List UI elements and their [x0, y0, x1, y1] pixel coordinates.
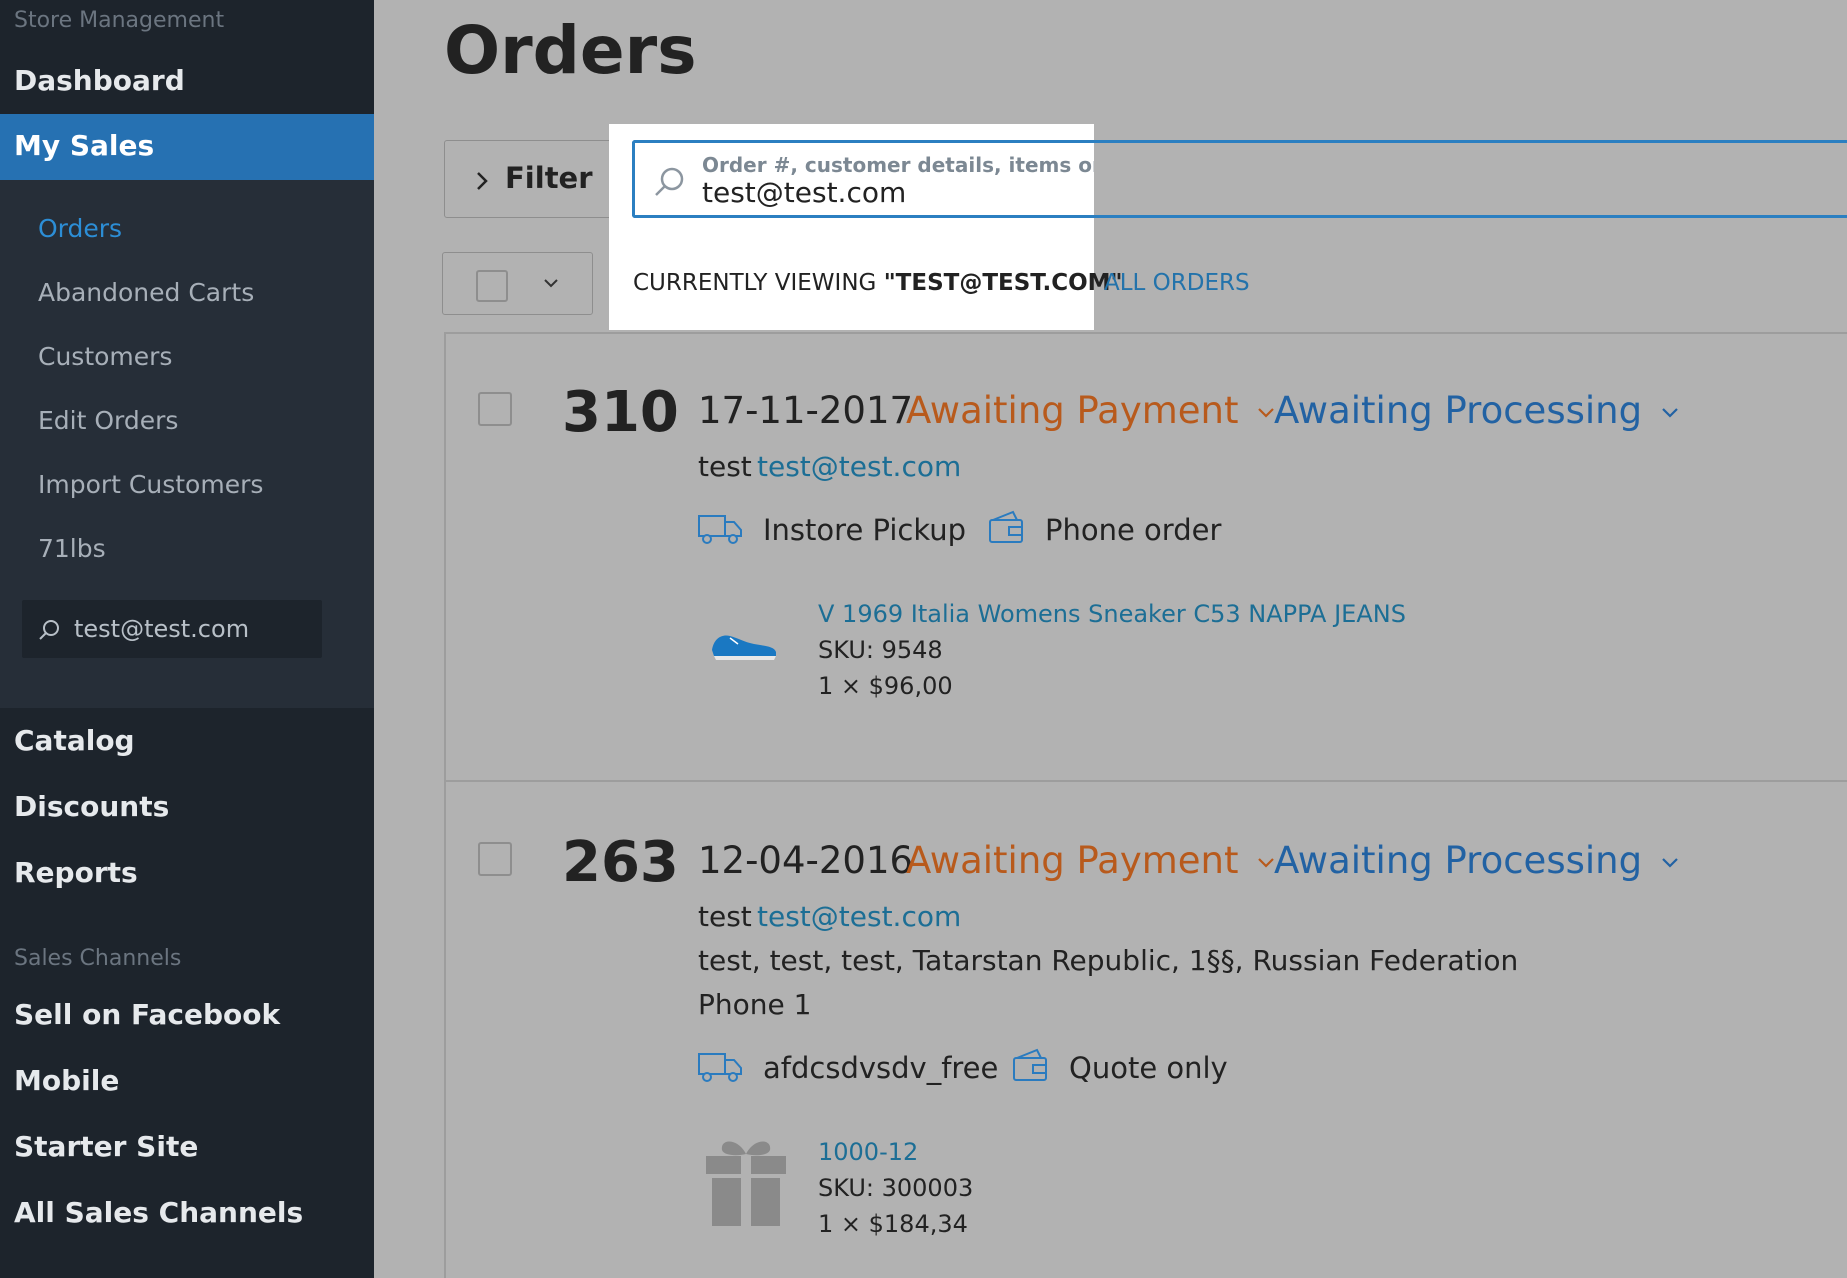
sidebar-subitem-import-customers[interactable]: Import Customers	[38, 470, 263, 499]
product-name-link[interactable]: 1000-12	[818, 1138, 918, 1166]
customer-email-link[interactable]: test@test.com	[757, 900, 961, 933]
sidebar-item-my-sales[interactable]: My Sales	[0, 114, 374, 180]
filter-button[interactable]: Filter	[444, 140, 614, 218]
chevron-right-icon	[477, 172, 488, 190]
payment-status-label: Awaiting Payment	[906, 389, 1239, 432]
truck-icon	[698, 515, 742, 544]
sidebar-item-mobile[interactable]: Mobile	[14, 1064, 119, 1097]
gift-icon[interactable]	[702, 1134, 790, 1230]
sidebar-subitem-abandoned-carts[interactable]: Abandoned Carts	[38, 278, 254, 307]
processing-status-label: Awaiting Processing	[1274, 839, 1643, 882]
customer-phone: Phone 1	[698, 988, 812, 1021]
processing-status-dropdown[interactable]: Awaiting Processing	[1274, 839, 1680, 882]
chevron-down-icon	[1662, 857, 1678, 868]
search-placeholder: Order #, customer details, items ordered	[702, 153, 1094, 177]
order-number[interactable]: 310	[562, 380, 679, 445]
sidebar-item-catalog[interactable]: Catalog	[14, 724, 135, 757]
bulk-select-dropdown[interactable]	[442, 252, 593, 315]
order-date: 12-04-2016	[698, 839, 914, 882]
customer-address: test, test, test, Tatarstan Republic, 1§…	[698, 944, 1519, 977]
page-title: Orders	[444, 12, 697, 89]
search-icon	[655, 167, 684, 196]
viewing-prefix: CURRENTLY VIEWING	[633, 270, 884, 296]
chevron-down-icon	[1662, 407, 1678, 418]
order-number[interactable]: 263	[562, 830, 679, 895]
product-price: 1 × $96,00	[818, 672, 953, 700]
payment-method: Phone order	[1045, 513, 1222, 547]
section-label-store-management: Store Management	[14, 8, 225, 33]
product-sku: SKU: 300003	[818, 1174, 974, 1202]
order-checkbox[interactable]	[478, 392, 512, 426]
product-image-sneaker[interactable]	[708, 620, 780, 664]
currently-viewing-label: CURRENTLY VIEWING "TEST@TEST.COM"	[633, 270, 1123, 296]
payment-status-dropdown[interactable]: Awaiting Payment	[906, 839, 1276, 882]
product-price: 1 × $184,34	[818, 1210, 968, 1238]
wallet-icon	[1013, 1048, 1047, 1081]
search-value: test@test.com	[702, 176, 907, 209]
filter-label: Filter	[505, 161, 593, 195]
sidebar-subitem-orders[interactable]: Orders	[38, 214, 122, 243]
payment-status-label: Awaiting Payment	[906, 839, 1239, 882]
customer-name: test	[698, 450, 752, 483]
orders-list	[444, 332, 1847, 1278]
order-search-input[interactable]: Order #, customer details, items ordered…	[632, 140, 1094, 218]
sidebar-subitem-71lbs[interactable]: 71lbs	[38, 534, 106, 563]
sidebar-search-input[interactable]: test@test.com	[22, 600, 322, 658]
shipping-method: afdcsdvsdv_free	[763, 1051, 999, 1085]
sidebar: Store Management Dashboard My Sales Orde…	[0, 0, 374, 1278]
order-divider	[444, 780, 1847, 782]
sidebar-subitem-edit-orders[interactable]: Edit Orders	[38, 406, 178, 435]
sidebar-subitem-customers[interactable]: Customers	[38, 342, 172, 371]
sidebar-submenu: Orders Abandoned Carts Customers Edit Or…	[0, 180, 374, 708]
product-name-link[interactable]: V 1969 Italia Womens Sneaker C53 NAPPA J…	[818, 600, 1406, 628]
order-checkbox[interactable]	[478, 842, 512, 876]
sidebar-item-starter-site[interactable]: Starter Site	[14, 1130, 198, 1163]
shipping-method: Instore Pickup	[763, 513, 967, 547]
product-sku: SKU: 9548	[818, 636, 943, 664]
section-label-sales-channels: Sales Channels	[14, 946, 182, 971]
processing-status-label: Awaiting Processing	[1274, 389, 1643, 432]
sidebar-item-discounts[interactable]: Discounts	[14, 790, 169, 823]
sidebar-item-dashboard[interactable]: Dashboard	[14, 64, 185, 97]
wallet-icon	[989, 510, 1023, 543]
all-orders-link[interactable]: ALL ORDERS	[1104, 270, 1250, 296]
processing-status-dropdown[interactable]: Awaiting Processing	[1274, 389, 1680, 432]
sidebar-item-reports[interactable]: Reports	[14, 856, 138, 889]
truck-icon	[698, 1053, 742, 1082]
search-icon	[39, 620, 59, 640]
sidebar-item-label: My Sales	[14, 129, 155, 162]
customer-name: test	[698, 900, 752, 933]
order-date: 17-11-2017	[698, 389, 914, 432]
chevron-down-icon[interactable]	[542, 277, 560, 289]
viewing-query: "TEST@TEST.COM"	[883, 270, 1123, 296]
sidebar-item-sell-on-facebook[interactable]: Sell on Facebook	[14, 998, 280, 1031]
select-all-checkbox[interactable]	[476, 270, 508, 302]
payment-method: Quote only	[1069, 1051, 1228, 1085]
sidebar-search-value: test@test.com	[74, 615, 250, 643]
payment-status-dropdown[interactable]: Awaiting Payment	[906, 389, 1276, 432]
sidebar-item-all-sales-channels[interactable]: All Sales Channels	[14, 1196, 303, 1229]
customer-email-link[interactable]: test@test.com	[757, 450, 961, 483]
